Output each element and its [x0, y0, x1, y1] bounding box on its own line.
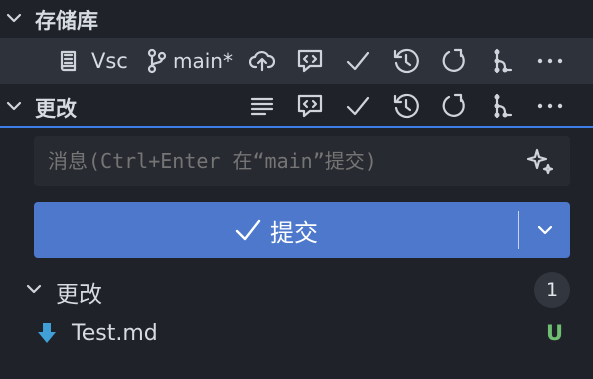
commit-button-label: 提交	[270, 218, 318, 247]
commit-message-input[interactable]	[34, 136, 504, 186]
changes-view-title: 更改	[35, 97, 77, 121]
changes-group-title: 更改	[56, 282, 102, 308]
commit-check-icon[interactable]	[340, 88, 376, 124]
more-actions-icon[interactable]	[532, 43, 568, 79]
file-status-untracked: U	[546, 321, 564, 345]
chevron-down-icon	[535, 220, 555, 240]
publish-cloud-icon[interactable]	[244, 43, 280, 79]
sparkle-generate-icon[interactable]	[526, 147, 556, 177]
history-icon[interactable]	[388, 43, 424, 79]
markdown-file-icon	[36, 321, 58, 345]
repository-row[interactable]: Vsc main*	[0, 38, 593, 84]
more-actions-icon[interactable]	[532, 88, 568, 124]
graph-icon[interactable]	[484, 43, 520, 79]
repositories-section-header[interactable]: 存储库	[0, 0, 593, 36]
repositories-title: 存储库	[35, 9, 98, 33]
chevron-down-icon[interactable]	[3, 7, 25, 29]
refresh-icon[interactable]	[436, 88, 472, 124]
branch-icon[interactable]	[146, 48, 168, 74]
file-row[interactable]: Test.md U	[0, 312, 593, 354]
commit-main-action[interactable]: 提交	[34, 202, 518, 258]
repo-icon	[57, 49, 81, 73]
file-name: Test.md	[72, 321, 158, 346]
refresh-icon[interactable]	[436, 43, 472, 79]
check-icon	[234, 217, 262, 243]
chevron-down-icon[interactable]	[23, 278, 45, 300]
view-as-list-icon[interactable]	[244, 88, 280, 124]
commit-button[interactable]: 提交	[34, 202, 570, 258]
commit-check-icon[interactable]	[340, 43, 376, 79]
commit-dropdown-button[interactable]	[519, 202, 570, 258]
history-icon[interactable]	[388, 88, 424, 124]
graph-icon[interactable]	[484, 88, 520, 124]
chat-code-icon[interactable]	[292, 88, 328, 124]
repo-name: Vsc	[91, 49, 128, 73]
commit-message-box[interactable]	[34, 136, 570, 186]
changes-count-badge: 1	[534, 272, 570, 308]
branch-name[interactable]: main*	[173, 49, 233, 73]
changes-section-header[interactable]: 更改	[0, 86, 593, 128]
chevron-down-icon[interactable]	[3, 95, 25, 117]
chat-code-icon[interactable]	[292, 43, 328, 79]
changes-group-header[interactable]: 更改 1	[0, 268, 593, 310]
